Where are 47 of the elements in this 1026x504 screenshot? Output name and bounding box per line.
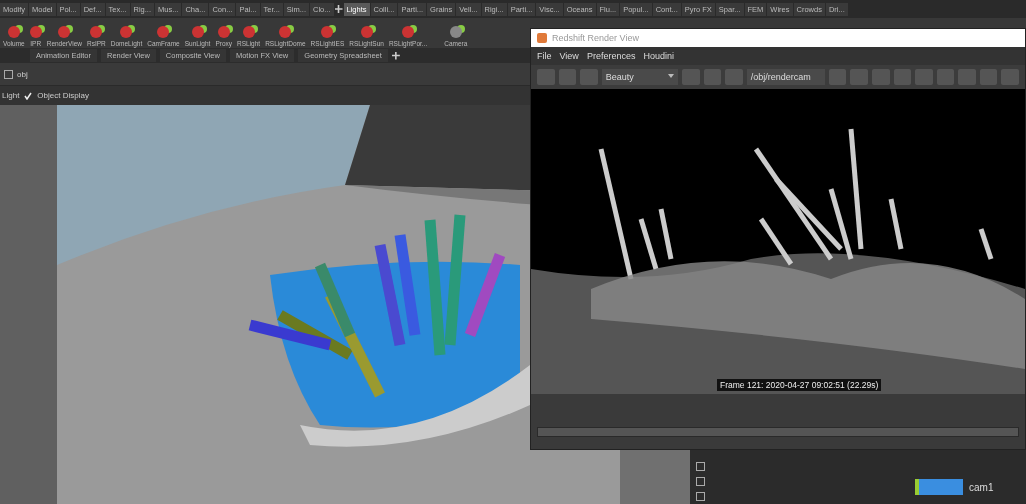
menu-item[interactable]: File — [537, 51, 552, 61]
toolbar-icon[interactable] — [703, 69, 722, 85]
light-tool-icon — [29, 26, 42, 38]
horizontal-scrollbar[interactable] — [537, 427, 1019, 437]
toolbar-icon[interactable] — [558, 69, 577, 85]
camera-node[interactable] — [915, 479, 963, 495]
menu-item[interactable]: View — [559, 51, 579, 61]
toolbar-icon[interactable] — [915, 69, 933, 85]
light-tool-icon — [242, 26, 255, 38]
render-status-label: Frame 121: 2020-04-27 09:02:51 (22.29s) — [717, 379, 882, 391]
object-display-label: Object Display — [37, 91, 89, 100]
light-tool-icon — [191, 26, 204, 38]
light-tool-icon — [7, 26, 20, 38]
toolbar-icon[interactable] — [979, 69, 998, 85]
toolbar-icon[interactable] — [872, 69, 890, 85]
light-tool-icon — [402, 26, 415, 38]
app-logo-icon — [537, 33, 547, 43]
toolbar-icon[interactable] — [537, 69, 555, 85]
light-tool-icon — [279, 26, 292, 38]
toolbar-icon[interactable] — [958, 69, 976, 85]
aov-value: Beauty — [605, 72, 634, 82]
light-label: Light — [2, 91, 20, 100]
light-tool-icon — [217, 26, 230, 38]
toolbar-icon[interactable] — [580, 69, 598, 85]
light-tool-icon — [58, 26, 71, 38]
light-tool-icon — [90, 26, 103, 38]
node-label: cam1 — [969, 481, 994, 493]
toolbar-icon[interactable] — [828, 69, 847, 85]
aov-dropdown[interactable]: Beauty — [601, 69, 678, 85]
network-path-icon[interactable] — [4, 69, 13, 79]
toolbar-icon[interactable] — [725, 69, 743, 85]
toolbar-icon[interactable] — [1001, 69, 1019, 85]
light-tool-icon — [120, 26, 133, 38]
path-label[interactable]: obj — [17, 69, 28, 79]
light-tool-icon — [360, 26, 373, 38]
window-title: Redshift Render View — [552, 33, 639, 43]
toolbar-icon[interactable] — [893, 69, 912, 85]
menu-item[interactable]: Houdini — [643, 51, 674, 61]
light-tool-icon — [157, 26, 170, 38]
camera-path-field[interactable]: /obj/rendercam — [746, 69, 825, 85]
camera-icon — [449, 26, 462, 38]
toolbar-icon[interactable] — [850, 69, 869, 85]
toolbar-icon[interactable] — [682, 69, 700, 85]
menu-item[interactable]: Preferences — [586, 51, 636, 61]
checkbox[interactable] — [24, 91, 33, 100]
light-tool-icon — [321, 26, 334, 38]
toolbar-icon[interactable] — [936, 69, 955, 85]
